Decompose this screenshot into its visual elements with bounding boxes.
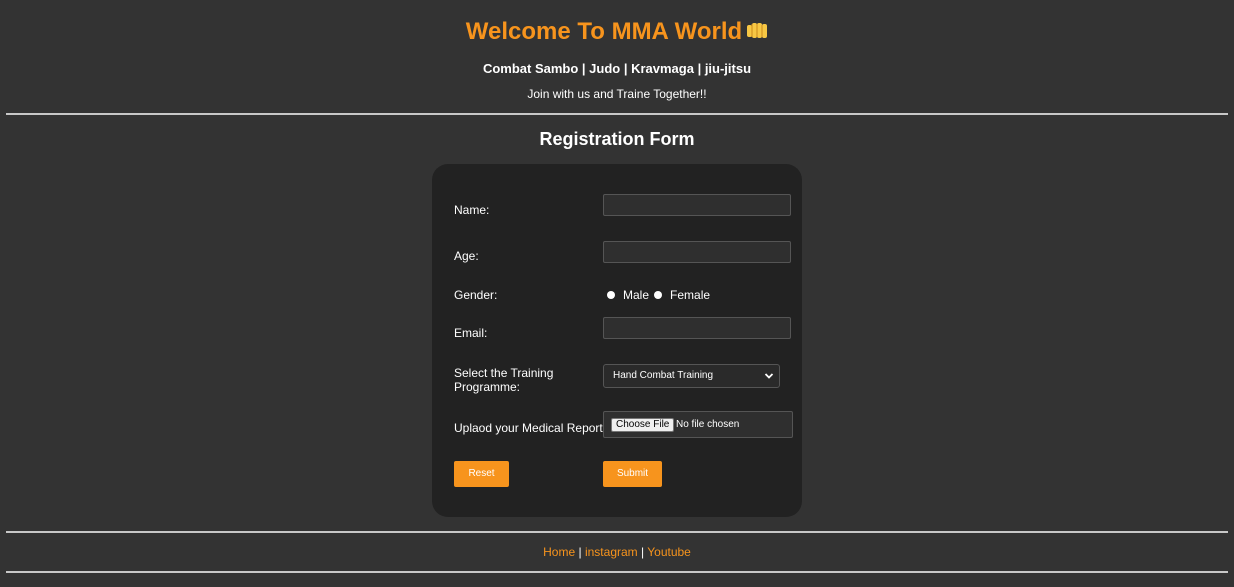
choose-file-button[interactable]: Choose File — [611, 418, 675, 432]
email-label: Email: — [454, 326, 488, 340]
gender-female-label: Female — [670, 288, 711, 302]
divider-bottom — [6, 571, 1228, 573]
site-title: Welcome To MMA World — [0, 17, 1234, 49]
footer-link-youtube[interactable]: Youtube — [647, 545, 691, 559]
age-input[interactable] — [603, 241, 791, 263]
disciplines-line: Combat Sambo | Judo | Kravmaga | jiu-jit… — [482, 61, 752, 76]
gender-female-radio[interactable] — [654, 291, 663, 299]
training-select[interactable]: Hand Combat Training — [603, 364, 780, 388]
chevron-down-icon — [764, 369, 774, 392]
site-title-text: Welcome To MMA World — [465, 18, 743, 45]
form-heading: Registration Form — [539, 129, 695, 149]
footer-separator: | — [641, 545, 645, 559]
divider-footer-top — [6, 531, 1228, 533]
training-label: Select the Training Programme: — [454, 366, 554, 394]
medical-report-file-input: Choose File No file chosen — [603, 411, 793, 438]
registration-form: Name: Age: Gender: Male Female Email: Se… — [432, 164, 802, 517]
submit-button[interactable]: Submit — [603, 461, 662, 487]
name-input[interactable] — [603, 194, 791, 216]
footer-nav: Home | instagram | Youtube — [0, 545, 1234, 559]
gender-label: Gender: — [454, 288, 498, 302]
upload-label: Uplaod your Medical Report: — [454, 421, 607, 435]
fist-icon — [746, 19, 768, 49]
footer-link-home[interactable]: Home — [543, 545, 575, 559]
gender-male-label: Male — [623, 288, 650, 302]
age-label: Age: — [454, 249, 479, 263]
divider-top — [6, 113, 1228, 115]
reset-button[interactable]: Reset — [454, 461, 509, 487]
footer-separator: | — [578, 545, 582, 559]
file-status-text: No file chosen — [676, 419, 740, 430]
gender-male-radio[interactable] — [607, 291, 615, 299]
email-input[interactable] — [603, 317, 791, 339]
footer-link-instagram[interactable]: instagram — [585, 545, 638, 559]
tagline: Join with us and Traine Together!! — [527, 87, 707, 101]
name-label: Name: — [454, 203, 490, 217]
gender-radio-group: Male Female — [607, 288, 715, 302]
training-selected-value: Hand Combat Training — [613, 370, 714, 381]
